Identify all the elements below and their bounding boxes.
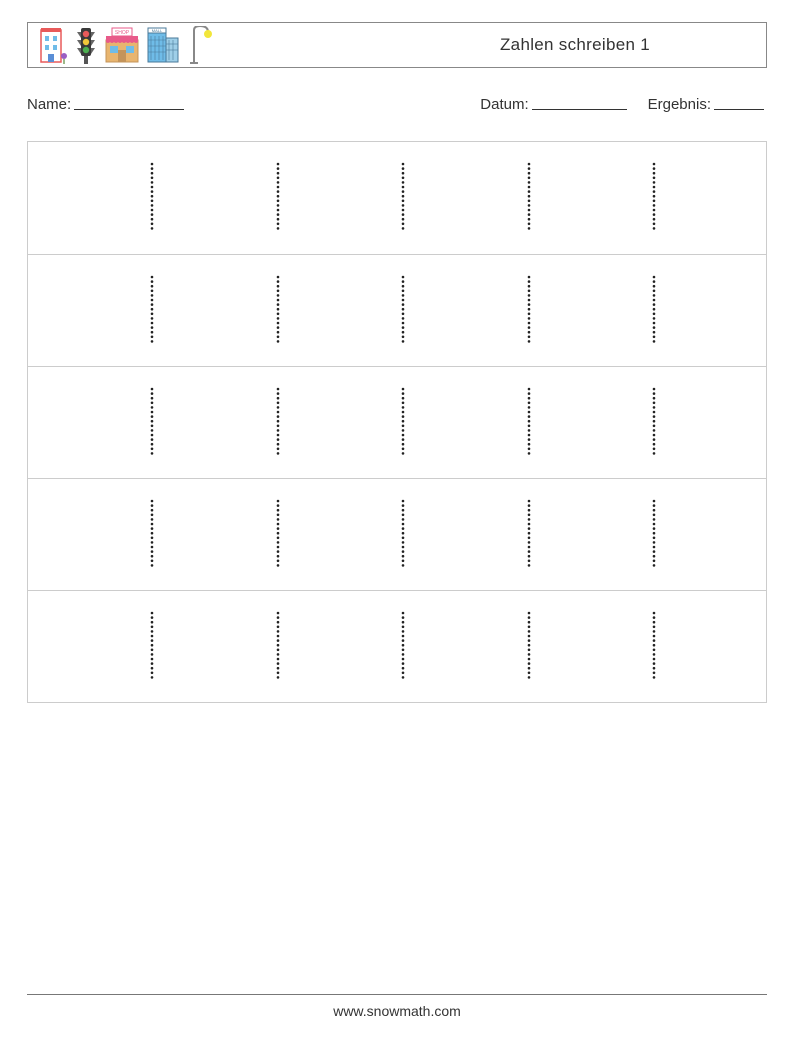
tracing-cell[interactable] [138, 611, 264, 683]
svg-text:MALL: MALL [152, 28, 163, 33]
tracing-cell[interactable] [515, 611, 641, 683]
header-icons: SHOP MALL [38, 23, 214, 67]
tracing-row [28, 590, 766, 702]
building-icon [38, 26, 68, 64]
dotted-one-icon [272, 275, 284, 347]
dotted-one-icon [146, 387, 158, 459]
dotted-one-icon [648, 611, 660, 683]
tracing-cell[interactable] [389, 387, 515, 459]
footer-divider [27, 994, 767, 995]
dotted-one-icon [272, 162, 284, 234]
dotted-one-icon [648, 275, 660, 347]
tracing-row [28, 478, 766, 590]
tracing-cell[interactable] [138, 387, 264, 459]
tracing-cell[interactable] [515, 275, 641, 347]
tracing-cell[interactable] [264, 499, 390, 571]
tracing-cell[interactable] [389, 275, 515, 347]
footer-url: www.snowmath.com [0, 1003, 794, 1019]
tracing-cell[interactable] [640, 162, 766, 234]
dotted-one-icon [397, 611, 409, 683]
dotted-one-icon [648, 387, 660, 459]
date-label: Datum: [480, 96, 528, 113]
result-blank[interactable] [714, 96, 764, 110]
dotted-one-icon [648, 499, 660, 571]
streetlamp-icon [186, 26, 214, 64]
dotted-one-icon [146, 611, 158, 683]
tracing-row [28, 142, 766, 254]
tracing-cell[interactable] [138, 499, 264, 571]
dotted-one-icon [272, 499, 284, 571]
tracing-cell[interactable] [515, 387, 641, 459]
name-label: Name: [27, 96, 71, 113]
tracing-cell[interactable] [389, 611, 515, 683]
tracing-cell[interactable] [264, 275, 390, 347]
tracing-cell[interactable] [640, 611, 766, 683]
name-blank[interactable] [74, 96, 184, 110]
dotted-one-icon [523, 275, 535, 347]
dotted-one-icon [397, 387, 409, 459]
shop-icon: SHOP [104, 26, 140, 64]
result-label: Ergebnis: [648, 96, 711, 113]
header-bar: SHOP MALL [27, 22, 767, 68]
info-row: Name: Datum: Ergebnis: [27, 96, 767, 113]
tracing-cell[interactable] [264, 162, 390, 234]
tracing-cell[interactable] [515, 162, 641, 234]
office-icon: MALL [146, 26, 180, 64]
worksheet-title: Zahlen schreiben 1 [214, 35, 756, 55]
dotted-one-icon [523, 162, 535, 234]
dotted-one-icon [146, 162, 158, 234]
dotted-one-icon [397, 499, 409, 571]
dotted-one-icon [146, 275, 158, 347]
date-blank[interactable] [532, 96, 627, 110]
tracing-cell[interactable] [138, 162, 264, 234]
dotted-one-icon [523, 387, 535, 459]
tracing-cell[interactable] [640, 387, 766, 459]
dotted-one-icon [523, 499, 535, 571]
dotted-one-icon [397, 275, 409, 347]
tracing-cell[interactable] [640, 275, 766, 347]
footer: www.snowmath.com [0, 994, 794, 1019]
tracing-cell[interactable] [138, 275, 264, 347]
tracing-grid [27, 141, 767, 703]
dotted-one-icon [146, 499, 158, 571]
tracing-row [28, 254, 766, 366]
tracing-cell[interactable] [264, 611, 390, 683]
traffic-light-icon [74, 26, 98, 64]
tracing-cell[interactable] [389, 162, 515, 234]
svg-text:SHOP: SHOP [115, 30, 130, 36]
dotted-one-icon [397, 162, 409, 234]
tracing-row [28, 366, 766, 478]
tracing-cell[interactable] [515, 499, 641, 571]
dotted-one-icon [648, 162, 660, 234]
tracing-cell[interactable] [264, 387, 390, 459]
tracing-cell[interactable] [640, 499, 766, 571]
dotted-one-icon [272, 387, 284, 459]
dotted-one-icon [272, 611, 284, 683]
tracing-cell[interactable] [389, 499, 515, 571]
dotted-one-icon [523, 611, 535, 683]
